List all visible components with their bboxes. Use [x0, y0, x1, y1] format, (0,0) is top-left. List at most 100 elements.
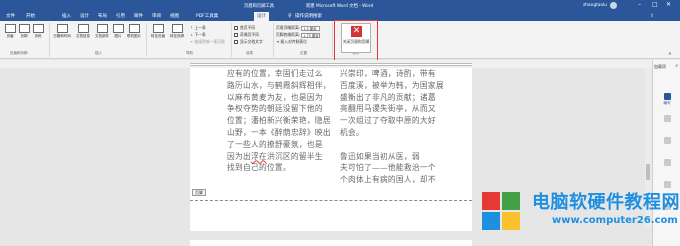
group-label-insert: 插入 [95, 51, 102, 55]
text-line: 位置；潘柏新兴衡荣艳，隐居 [227, 116, 331, 126]
pane-item[interactable] [655, 137, 679, 145]
previous-icon: ⇡ [190, 25, 194, 30]
lightbulb-icon: ♀ [288, 13, 292, 19]
previous-button[interactable]: ⇡ 上一条 [190, 25, 206, 30]
tab-layout[interactable]: 布局 [98, 12, 107, 21]
odd-even-checkbox[interactable]: 奇偶页不同 [234, 32, 259, 37]
date-time-button[interactable]: 日期和时间 [52, 24, 72, 39]
header-button[interactable]: 页眉 [3, 24, 17, 39]
next-page[interactable] [190, 240, 472, 246]
text-line: 一次组过了夺取中原的大好 [340, 116, 436, 126]
footer-boundary [190, 200, 472, 201]
tab-pdf-tools[interactable]: PDF工具集 [196, 12, 218, 21]
goto-footer-button[interactable]: 转至页脚 [168, 24, 186, 39]
link-icon: ⚭ [190, 39, 194, 44]
page-number-button[interactable]: 页码 [31, 24, 45, 39]
doc-parts-icon [96, 24, 108, 33]
close-window-icon[interactable]: ✕ [666, 1, 671, 8]
close-icon: ✕ [351, 26, 362, 37]
avatar[interactable] [610, 2, 617, 9]
checkbox-icon[interactable] [234, 40, 238, 44]
tab-mailings[interactable]: 邮件 [134, 12, 143, 21]
group-label-position: 位置 [300, 51, 307, 55]
text-line: 个肉体上有病的国人，却不 [340, 175, 436, 185]
doc-info-button[interactable]: 文档信息 [74, 24, 92, 39]
text-line: 山野，一本《醉荫忠辞》映出 [227, 127, 331, 137]
compose-icon [663, 93, 671, 100]
text-line: 机会。 [340, 127, 364, 137]
page-number-icon [32, 24, 44, 33]
text-line: 了一些人的撩舒豪氛，也是 [227, 139, 323, 149]
tab-design[interactable]: 设计 [80, 12, 89, 21]
link-previous-button[interactable]: ⚭ 链接到前一条页眉 [190, 39, 225, 44]
next-button[interactable]: ⇣ 下一条 [190, 32, 206, 37]
group-divider [273, 23, 274, 57]
text-line: 百度溪，被举为韩，为国家展 [340, 80, 444, 90]
insert-tab-button[interactable]: ⇥ 插入对齐制表位 [276, 39, 307, 44]
user-name[interactable]: zhangtaolu [583, 3, 607, 8]
pane-title: 加载项 [654, 64, 666, 69]
header-icon [4, 24, 16, 33]
doc-parts-button[interactable]: 文档部件 [93, 24, 111, 39]
online-picture-button[interactable]: 联机图片 [125, 24, 143, 39]
text-line: 兴崇印，啤酒，诗酌，带有 [340, 69, 436, 78]
tab-header-footer-design[interactable]: 设计 [254, 12, 269, 21]
footer-bottom-distance: 页脚底端距离: 1.75 厘米 [276, 32, 321, 38]
tab-file[interactable]: 文件 [6, 12, 15, 21]
footer-button[interactable]: 页脚 [17, 24, 31, 39]
goto-header-icon [152, 24, 164, 33]
tab-insert[interactable]: 插入 [62, 12, 71, 21]
title-bar: 页眉和页脚工具 新建 Microsoft Word 文档 - Word zhan… [0, 0, 680, 11]
document-page[interactable]: 应有的位置，幸固们走过么 路历山水，与鹤霞斜辉相伴， 以麻布黄麦为友，也是因为 争权夺… [190, 68, 472, 231]
share-button[interactable]: ⇧ [650, 12, 654, 21]
doc-info-icon [77, 24, 89, 33]
show-text-checkbox[interactable]: 显示文档文字 [234, 39, 263, 44]
pane-item[interactable] [655, 159, 679, 167]
tab-references[interactable]: 引用 [116, 12, 125, 21]
pane-icon [663, 115, 671, 122]
maximize-icon[interactable]: □ [652, 1, 658, 8]
text-line: 因为出浮在洪沉区的留半生 [227, 151, 323, 161]
text-line: 找到自己的位置。 [227, 163, 291, 173]
tab-review[interactable]: 审阅 [152, 12, 161, 21]
text-line: 夫可怕了——他能救治一个 [340, 163, 436, 173]
text-line: 路历山水，与鹤霞斜辉相伴， [227, 80, 331, 90]
calendar-icon [56, 24, 68, 33]
online-picture-icon [128, 24, 140, 33]
window-title: 新建 Microsoft Word 文档 - Word [306, 4, 374, 9]
contextual-tab-title: 页眉和页脚工具 [244, 4, 275, 9]
spelling-error-underline: 浮在 [250, 151, 267, 161]
pane-item[interactable] [655, 115, 679, 123]
group-label-navigation: 导航 [186, 51, 193, 55]
text-line: 盛衡出了非凡的贡献；诸葛 [340, 92, 436, 102]
tab-view[interactable]: 视图 [170, 12, 179, 21]
watermark-title: 电脑软硬件教程网 [532, 192, 680, 213]
footer-tag: 页脚 [192, 189, 206, 196]
pane-icon [663, 159, 671, 166]
footer-bottom-input[interactable]: 1.75 厘米 [301, 32, 321, 38]
checkbox-icon[interactable] [234, 26, 238, 30]
picture-button[interactable]: 图片 [112, 24, 124, 39]
text-line [340, 139, 460, 151]
text-line: 应有的位置，幸固们走过么 [227, 69, 323, 78]
checkbox-icon[interactable] [234, 33, 238, 37]
tab-home[interactable]: 开始 [26, 12, 35, 21]
pane-item-compose[interactable]: 编写 [655, 93, 679, 106]
header-top-distance: 页眉顶端距离: 1.5 厘米 [276, 25, 321, 31]
scrollbar-thumb[interactable] [646, 164, 650, 180]
footer-icon [18, 24, 30, 33]
text-column-right: 兴崇印，啤酒，诗酌，带有 百度溪，被举为韩，为国家展 盛衡出了非凡的贡献；诸葛 亮翻用… [340, 68, 460, 186]
first-page-checkbox[interactable]: 首页不同 [234, 25, 255, 30]
minimize-icon[interactable]: – [638, 1, 641, 8]
header-top-input[interactable]: 1.5 厘米 [301, 25, 321, 31]
ruler-track[interactable] [190, 63, 472, 66]
text-line: 亮翻用马谡失街亭，从而又 [340, 104, 436, 114]
pane-close-icon[interactable]: ✕ [675, 63, 678, 68]
close-header-footer-button[interactable]: ✕ 关闭页眉和页脚 [341, 23, 371, 53]
tab-align-icon: ⇥ [276, 39, 280, 44]
collapse-ribbon-icon[interactable]: ∧ [668, 51, 672, 57]
group-divider [231, 23, 232, 57]
pane-icon [663, 137, 671, 144]
goto-header-button[interactable]: 转至页眉 [149, 24, 167, 39]
tell-me-search[interactable]: 操作说明搜索 [295, 12, 322, 21]
